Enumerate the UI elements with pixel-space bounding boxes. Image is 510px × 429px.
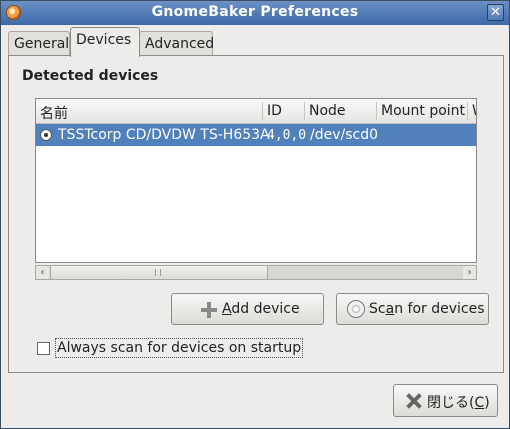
device-list[interactable]: 名前 ID Node Mount point W TSSTcorp CD/DVD…: [35, 98, 477, 263]
device-row[interactable]: TSSTcorp CD/DVDW TS-H653A 4,0,0 /dev/scd…: [36, 124, 476, 146]
tab-advanced[interactable]: Advanced: [139, 31, 214, 55]
tab-devices[interactable]: Devices: [70, 27, 140, 57]
tab-general[interactable]: General: [8, 31, 70, 55]
device-id: 4,0,0: [267, 128, 307, 143]
column-header-node[interactable]: Node: [309, 103, 346, 119]
device-list-header: 名前 ID Node Mount point W: [36, 99, 476, 124]
column-divider: [467, 102, 468, 120]
device-name: TSSTcorp CD/DVDW TS-H653A: [58, 127, 270, 143]
scrollbar-grip-icon: [155, 269, 161, 276]
add-device-button[interactable]: Add device: [171, 293, 324, 325]
scroll-left-arrow-icon[interactable]: ‹: [36, 266, 49, 279]
column-header-name[interactable]: 名前: [40, 103, 68, 123]
add-device-label: Add device: [222, 301, 300, 317]
column-header-w[interactable]: W: [472, 103, 476, 119]
column-header-id[interactable]: ID: [267, 103, 282, 119]
scan-for-devices-button[interactable]: Scan for devices: [336, 293, 489, 325]
preferences-window: GnomeBaker Preferences ✕ General Devices…: [0, 0, 510, 429]
title-bar[interactable]: GnomeBaker Preferences ✕: [1, 1, 509, 25]
scrollbar-thumb[interactable]: [50, 266, 268, 279]
column-divider: [304, 102, 305, 120]
close-button[interactable]: 閉じる(C): [393, 384, 498, 417]
window-close-button[interactable]: ✕: [487, 4, 504, 21]
disc-icon: [347, 300, 365, 318]
device-radio-button[interactable]: [40, 129, 52, 141]
close-icon: [406, 393, 422, 409]
window-title: GnomeBaker Preferences: [151, 4, 359, 20]
devices-panel: Detected devices 名前 ID Node Mount point …: [8, 55, 504, 373]
always-scan-label[interactable]: Always scan for devices on startup: [55, 338, 304, 358]
column-header-mount-point[interactable]: Mount point: [381, 103, 465, 119]
device-node: /dev/scd0: [310, 127, 379, 143]
close-button-label: 閉じる(C): [427, 395, 490, 411]
add-icon: [201, 302, 217, 318]
section-title: Detected devices: [22, 68, 159, 84]
column-divider: [262, 102, 263, 120]
horizontal-scrollbar[interactable]: ‹ ›: [35, 265, 477, 280]
always-scan-checkbox[interactable]: [37, 342, 50, 355]
scan-for-devices-label: Scan for devices: [369, 301, 485, 317]
scroll-right-arrow-icon[interactable]: ›: [463, 266, 476, 279]
column-divider: [376, 102, 377, 120]
